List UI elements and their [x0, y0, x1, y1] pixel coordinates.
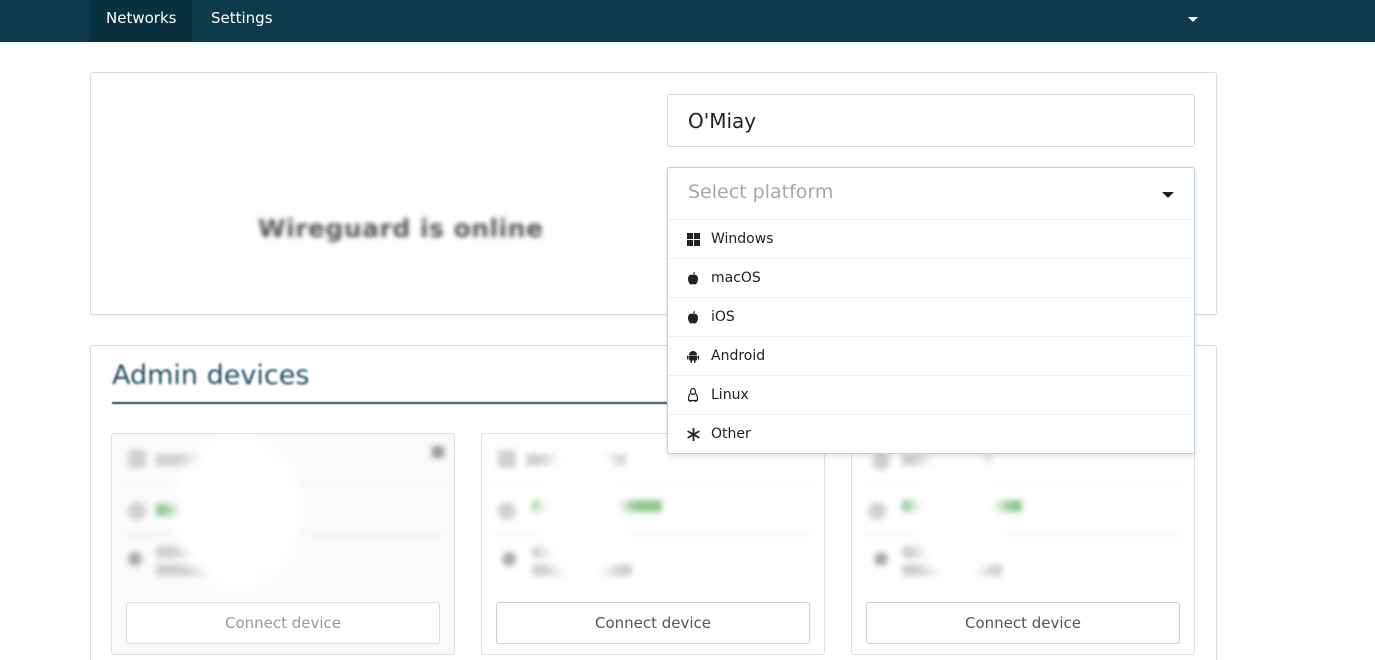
asterisk-icon: [686, 427, 700, 441]
windows-icon: [686, 232, 700, 246]
nav-tab-networks[interactable]: Networks: [90, 0, 193, 42]
platform-option-ios[interactable]: iOS: [668, 298, 1194, 337]
connect-device-button[interactable]: Connect device: [496, 602, 810, 644]
platform-select-placeholder: Select platform: [688, 181, 834, 203]
device-details-blurred: [112, 434, 454, 589]
admin-devices-title: Admin devices: [112, 360, 310, 391]
platform-option-android[interactable]: Android: [668, 337, 1194, 376]
network-status-text: Wireguard is online: [258, 214, 544, 243]
top-navbar: Networks Settings: [0, 0, 1375, 42]
platform-option-macos[interactable]: macOS: [668, 259, 1194, 298]
apple-icon: [686, 271, 700, 285]
device-card: Connect device: [111, 433, 455, 655]
nav-tab-label: Settings: [211, 9, 273, 27]
platform-option-other[interactable]: Other: [668, 415, 1194, 454]
nav-tab-settings[interactable]: Settings: [195, 0, 289, 42]
device-details-blurred: [852, 434, 1194, 589]
platform-option-label: Windows: [711, 231, 774, 247]
platform-select[interactable]: Select platform: [668, 168, 1194, 220]
platform-option-label: Other: [711, 426, 751, 442]
platform-option-label: iOS: [711, 309, 735, 325]
platform-option-label: Android: [711, 348, 766, 364]
title-underline: [112, 402, 672, 404]
device-card: Connect device: [851, 433, 1195, 655]
android-icon: [686, 349, 700, 363]
nav-tab-label: Networks: [106, 9, 177, 27]
platform-option-label: Linux: [711, 387, 749, 403]
linux-icon: [686, 388, 700, 402]
connect-device-button[interactable]: Connect device: [126, 602, 440, 644]
platform-option-linux[interactable]: Linux: [668, 376, 1194, 415]
apple-icon: [686, 310, 700, 324]
platform-option-windows[interactable]: Windows: [668, 220, 1194, 259]
platform-option-label: macOS: [711, 270, 761, 286]
connect-device-button[interactable]: Connect device: [866, 602, 1180, 644]
device-name-input[interactable]: [667, 94, 1195, 147]
device-details-blurred: [482, 434, 824, 589]
caret-down-icon[interactable]: [1162, 192, 1174, 198]
user-menu-caret-icon[interactable]: [1188, 17, 1198, 22]
platform-select-dropdown[interactable]: Select platform Windows macOS iOS Androi…: [667, 167, 1195, 454]
device-card: Connect device: [481, 433, 825, 655]
